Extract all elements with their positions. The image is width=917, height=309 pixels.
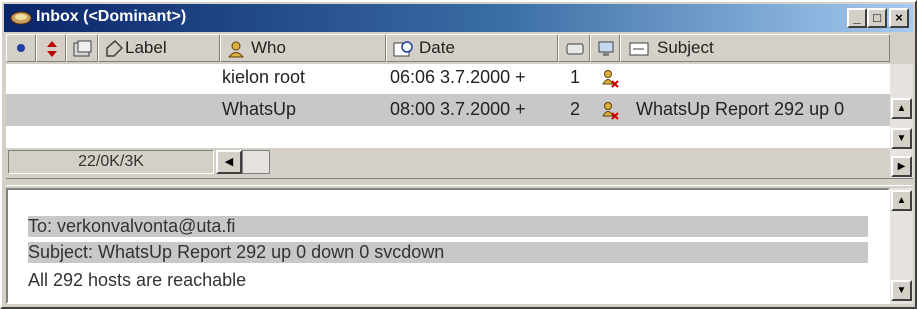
message-list-scrollbar[interactable]: ▲ ▼ ▶ — [890, 64, 913, 178]
scroll-down-button[interactable]: ▼ — [891, 128, 912, 149]
subject-icon — [629, 42, 649, 56]
message-size: 1 — [570, 67, 581, 87]
mailbox-icon — [10, 11, 32, 25]
size-icon — [566, 43, 584, 55]
deleted-person-icon — [602, 102, 619, 120]
scroll-left-button[interactable]: ◀ — [216, 150, 242, 174]
pane-splitter[interactable] — [6, 178, 913, 186]
message-subject: WhatsUp Report 292 up 0 — [636, 99, 845, 119]
maximize-button[interactable]: □ — [867, 8, 887, 28]
mailbox-icon — [73, 40, 92, 57]
column-subject[interactable]: Subject — [620, 34, 890, 62]
minimize-button[interactable]: _ — [847, 8, 867, 28]
scroll-up-button[interactable]: ▲ — [891, 98, 912, 119]
message-who: WhatsUp — [222, 99, 297, 119]
tag-icon — [106, 40, 123, 57]
scroll-right-button[interactable]: ▶ — [891, 156, 912, 177]
preview-body: All 292 hosts are reachable — [28, 270, 247, 290]
person-icon — [227, 41, 245, 58]
message-row-selected[interactable]: WhatsUp 08:00 3.7.2000 + 2 WhatsUp Repor… — [6, 94, 890, 126]
column-label-text: Label — [125, 38, 167, 57]
column-attachment[interactable] — [6, 34, 36, 62]
message-count: 22/0K/3K — [8, 150, 214, 174]
column-mailbox[interactable] — [66, 34, 98, 62]
column-subject-text: Subject — [657, 38, 714, 57]
column-header: Label Who Date Subject — [6, 34, 890, 64]
column-server[interactable] — [590, 34, 620, 62]
message-who: kielon root — [222, 67, 306, 87]
message-date: 08:00 3.7.2000 + — [390, 99, 526, 119]
preview-scrollbar[interactable]: ▲ ▼ — [890, 188, 913, 304]
close-button[interactable]: × — [889, 8, 909, 28]
window-title: Inbox (<Dominant>) — [36, 8, 187, 25]
horizontal-scroll-track[interactable] — [242, 150, 270, 174]
preview-scroll-down-button[interactable]: ▼ — [891, 280, 912, 301]
message-size: 2 — [570, 99, 581, 119]
message-preview: To: verkonvalvonta@uta.fi Subject: Whats… — [6, 188, 890, 304]
title-bar[interactable]: Inbox (<Dominant>) _ □ × — [4, 4, 913, 32]
inbox-window: Inbox (<Dominant>) _ □ × Label Who Date … — [0, 0, 917, 309]
preview-to: To: verkonvalvonta@uta.fi — [28, 216, 868, 237]
message-row[interactable]: kielon root 06:06 3.7.2000 + 1 — [6, 62, 890, 94]
preview-scroll-up-button[interactable]: ▲ — [891, 190, 912, 211]
column-who[interactable]: Who — [220, 34, 386, 62]
column-date[interactable]: Date — [386, 34, 558, 62]
message-list: kielon root 06:06 3.7.2000 + 1 WhatsUp 0… — [6, 64, 890, 148]
calendar-clock-icon — [393, 41, 413, 57]
column-label[interactable]: Label — [98, 34, 220, 62]
column-who-text: Who — [251, 38, 286, 57]
deleted-person-icon — [602, 70, 619, 88]
message-date: 06:06 3.7.2000 + — [390, 67, 526, 87]
dot-icon — [17, 44, 25, 52]
column-date-text: Date — [419, 38, 455, 57]
column-priority[interactable] — [36, 34, 66, 62]
status-bar: 22/0K/3K ◀ — [6, 148, 890, 178]
column-size[interactable] — [558, 34, 590, 62]
priority-arrows-icon — [47, 41, 57, 57]
preview-subject: Subject: WhatsUp Report 292 up 0 down 0 … — [28, 242, 868, 263]
server-icon — [598, 41, 614, 56]
